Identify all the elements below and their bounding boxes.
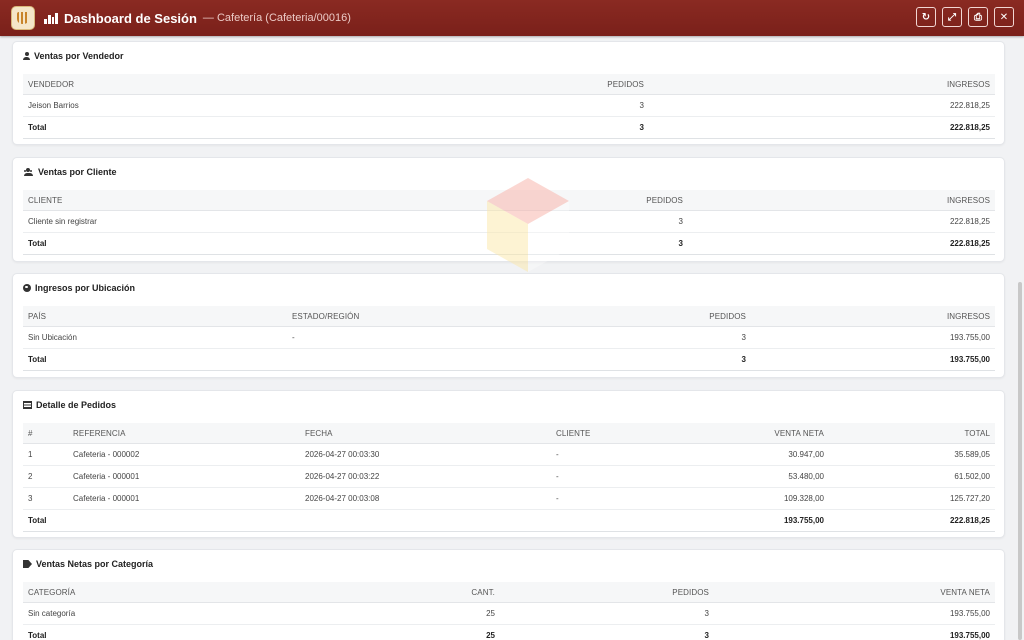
dashboard-content[interactable]: Ventas por Vendedor VENDEDOR PEDIDOS ING… [0, 36, 1016, 640]
bar-chart-icon [44, 12, 58, 24]
table-row: Sin Ubicación - 3 193.755,00 [23, 326, 995, 349]
card-ventas-vendedor: Ventas por Vendedor VENDEDOR PEDIDOS ING… [12, 41, 1005, 145]
window-title: Dashboard de Sesión [64, 10, 197, 26]
pedidos-table: # REFERENCIA FECHA CLIENTE VENTA NETA TO… [23, 423, 995, 532]
table-total-row: Total 3 222.818,25 [23, 232, 995, 255]
globe-icon [23, 284, 31, 292]
table-total-row: Total 3 193.755,00 [23, 348, 995, 371]
table-row: 3 Cafeteria - 000001 2026-04-27 00:03:08… [23, 487, 995, 510]
table-total-row: Total 193.755,00 222.818,25 [23, 509, 995, 532]
table-total-row: Total 3 222.818,25 [23, 116, 995, 139]
card-detalle-pedidos: Detalle de Pedidos # REFERENCIA FECHA CL… [12, 390, 1005, 538]
categoria-table: CATEGORÍA CANT. PEDIDOS VENTA NETA Sin c… [23, 582, 995, 640]
close-icon: ✕ [999, 11, 1009, 23]
vendedor-table: VENDEDOR PEDIDOS INGRESOS Jeison Barrios… [23, 74, 995, 139]
card-title: Ingresos por Ubicación [23, 283, 135, 293]
close-button[interactable]: ✕ [994, 7, 1014, 27]
cliente-table: CLIENTE PEDIDOS INGRESOS Cliente sin reg… [23, 190, 995, 255]
table-row: 1 Cafeteria - 000002 2026-04-27 00:03:30… [23, 443, 995, 466]
table-row: Sin categoría 25 3 193.755,00 [23, 602, 995, 625]
table-total-row: Total 25 3 193.755,00 [23, 624, 995, 640]
fullscreen-button[interactable]: ⤢ [942, 7, 962, 27]
vertical-scrollbar[interactable] [1016, 36, 1024, 640]
table-header: VENDEDOR PEDIDOS INGRESOS [23, 74, 995, 95]
card-title: Ventas por Cliente [23, 167, 117, 177]
table-row: Cliente sin registrar 3 222.818,25 [23, 210, 995, 233]
users-icon [23, 168, 34, 176]
pdf-icon: ⎙ [974, 11, 982, 23]
table-header: CLIENTE PEDIDOS INGRESOS [23, 190, 995, 211]
table-row: Jeison Barrios 3 222.818,25 [23, 94, 995, 117]
export-pdf-button[interactable]: ⎙ [968, 7, 988, 27]
table-header: # REFERENCIA FECHA CLIENTE VENTA NETA TO… [23, 423, 995, 444]
scrollbar-thumb[interactable] [1018, 282, 1022, 640]
card-ingresos-ubicacion: Ingresos por Ubicación PAÍS ESTADO/REGIÓ… [12, 273, 1005, 378]
refresh-button[interactable]: ↻ [916, 7, 936, 27]
expand-icon: ⤢ [948, 11, 956, 23]
card-title: Ventas por Vendedor [23, 51, 124, 61]
ubicacion-table: PAÍS ESTADO/REGIÓN PEDIDOS INGRESOS Sin … [23, 306, 995, 371]
app-logo [11, 6, 35, 30]
card-ventas-cliente: Ventas por Cliente CLIENTE PEDIDOS INGRE… [12, 157, 1005, 262]
card-title: Detalle de Pedidos [23, 400, 116, 410]
window-controls: ↻ ⤢ ⎙ ✕ [916, 7, 1014, 27]
refresh-icon: ↻ [921, 11, 931, 23]
table-header: CATEGORÍA CANT. PEDIDOS VENTA NETA [23, 582, 995, 603]
window-subtitle: — Cafetería (Cafeteria/00016) [202, 12, 351, 24]
card-title: Ventas Netas por Categoría [23, 559, 153, 569]
card-ventas-categoria: Ventas Netas por Categoría CATEGORÍA CAN… [12, 549, 1005, 640]
table-header: PAÍS ESTADO/REGIÓN PEDIDOS INGRESOS [23, 306, 995, 327]
user-icon [23, 52, 30, 60]
list-icon [23, 401, 32, 409]
window-titlebar: Dashboard de Sesión — Cafetería (Cafeter… [0, 0, 1024, 36]
table-row: 2 Cafeteria - 000001 2026-04-27 00:03:22… [23, 465, 995, 488]
tags-icon [23, 560, 32, 568]
